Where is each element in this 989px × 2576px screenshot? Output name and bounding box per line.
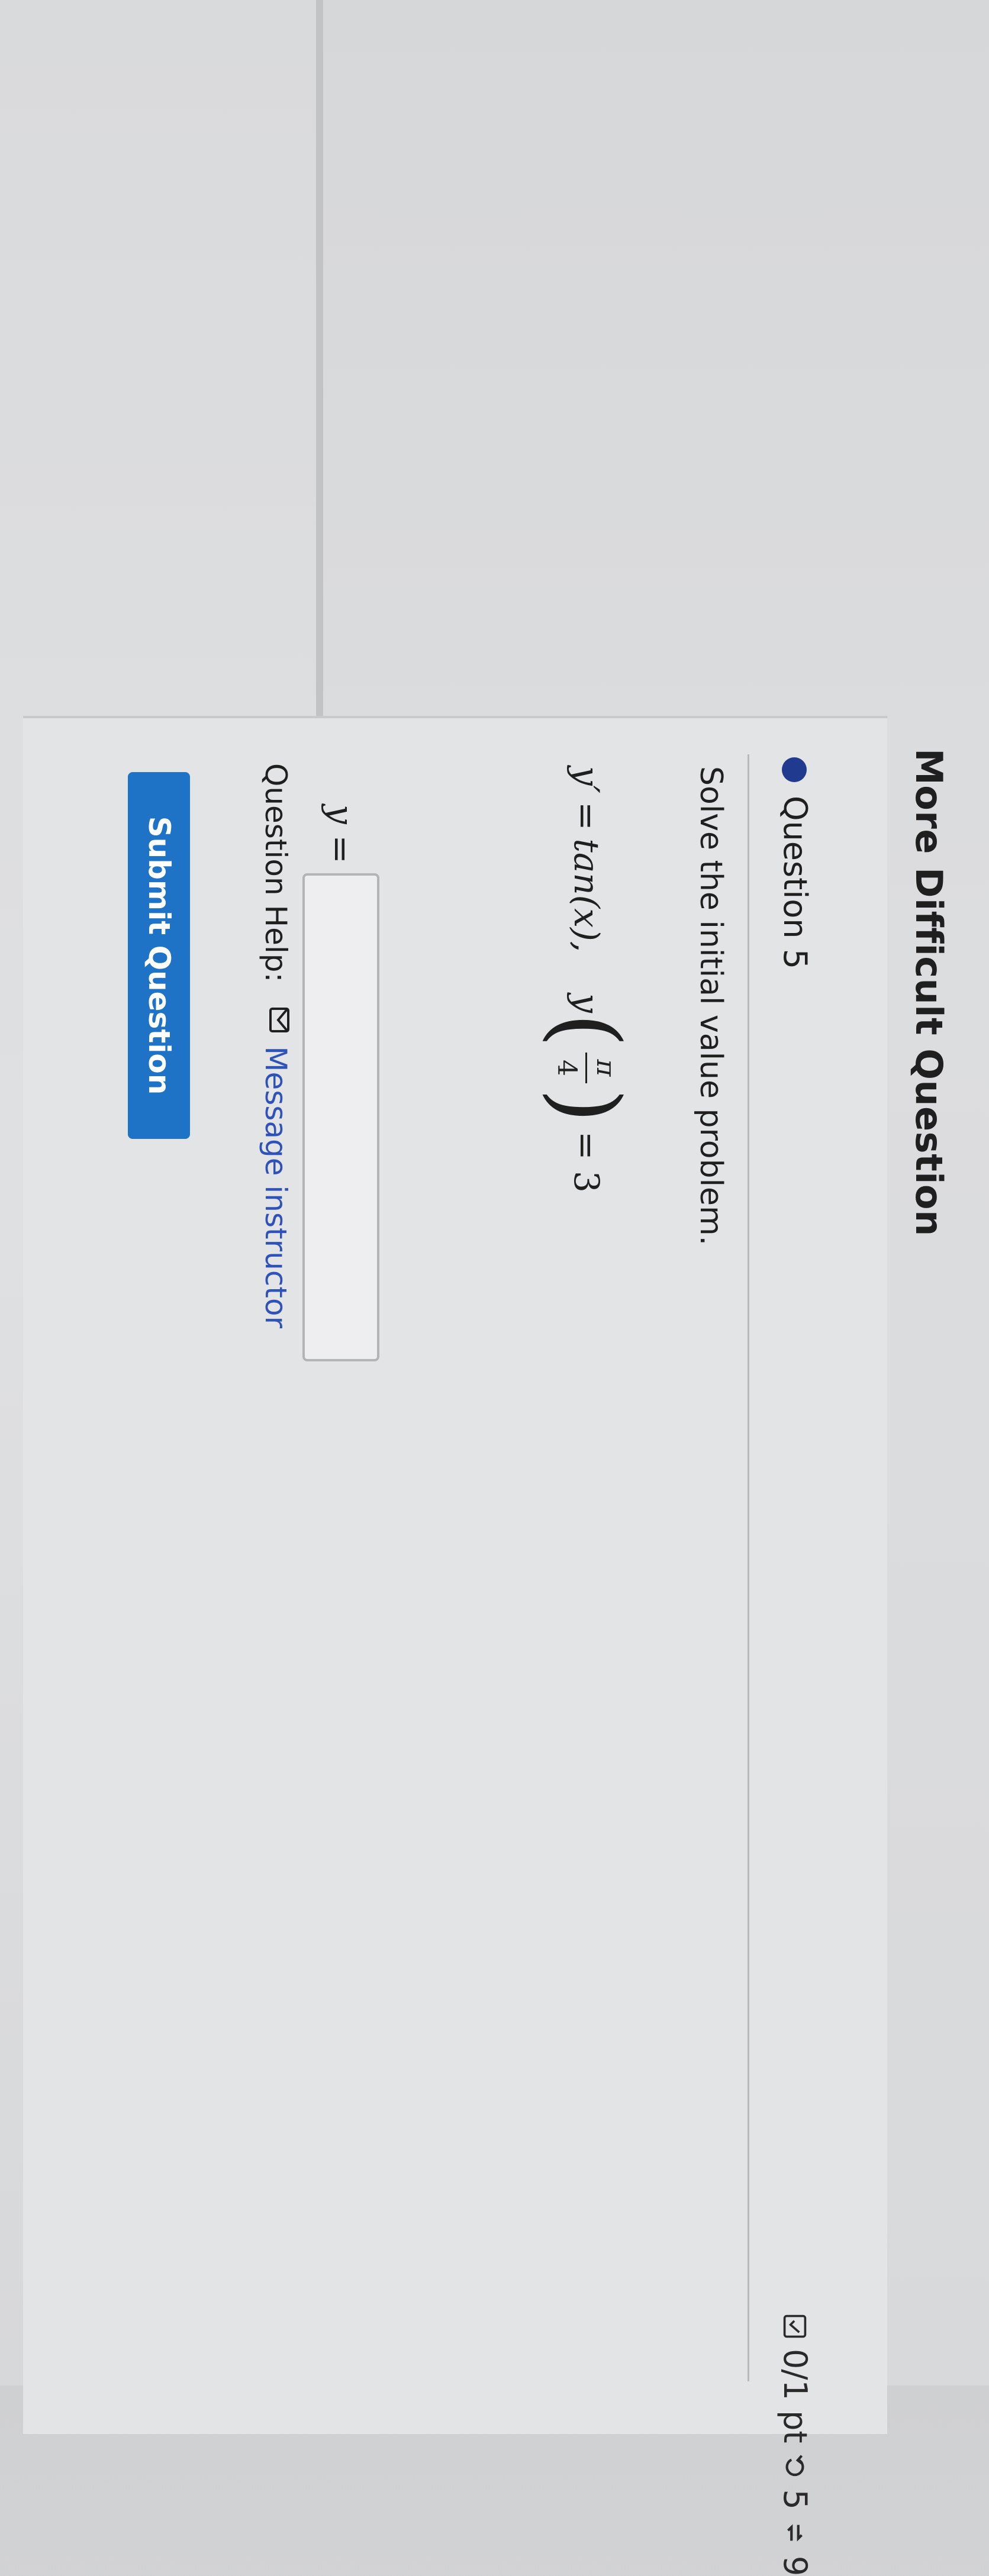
message-instructor-link[interactable]: Message instructor	[258, 1006, 294, 1328]
eq-lhs: y′	[566, 766, 607, 793]
cond-numerator: π	[591, 1059, 621, 1077]
paren-right: )	[535, 1088, 638, 1123]
question-prompt: Solve the initial value problem.	[693, 766, 729, 1246]
mail-icon	[258, 1006, 294, 1034]
cond-fraction: π 4	[552, 1052, 621, 1084]
cond-denominator: 4	[552, 1059, 582, 1076]
question-header-rule	[748, 754, 749, 2381]
eq-equals: =	[566, 801, 607, 831]
cond-value: = 3	[566, 1131, 607, 1193]
question-status-dot	[782, 757, 807, 782]
score-text: 0/1 pt	[777, 2349, 814, 2443]
paren-left: (	[535, 1012, 638, 1048]
attempts-count: 9	[777, 2555, 814, 2576]
page: More Difficult Question Question 5 0/1 p…	[0, 0, 989, 2576]
help-label: Question Help:	[259, 763, 293, 983]
section-title: More Difficult Question	[907, 748, 951, 1237]
answer-group: y =	[302, 805, 379, 1361]
cond-function: y	[566, 993, 607, 1013]
question-label: Question 5	[777, 796, 814, 970]
eq-rhs: tan(x),	[566, 838, 607, 953]
help-row: Question Help: Message instructor	[258, 763, 294, 1328]
refresh-icon[interactable]	[782, 2519, 809, 2546]
answer-input[interactable]	[302, 873, 379, 1361]
checkbox-icon	[782, 2313, 808, 2339]
equation: y′ = tan(x), y ( π 4 ) = 3	[533, 766, 640, 1193]
message-instructor-label: Message instructor	[259, 1046, 293, 1329]
submit-question-button[interactable]: Submit Question	[128, 772, 190, 1139]
answer-label: y =	[321, 805, 361, 864]
retries-count: 5	[777, 2489, 814, 2510]
score-area: 0/1 pt 5 9	[777, 2313, 814, 2576]
undo-icon[interactable]	[782, 2453, 809, 2480]
